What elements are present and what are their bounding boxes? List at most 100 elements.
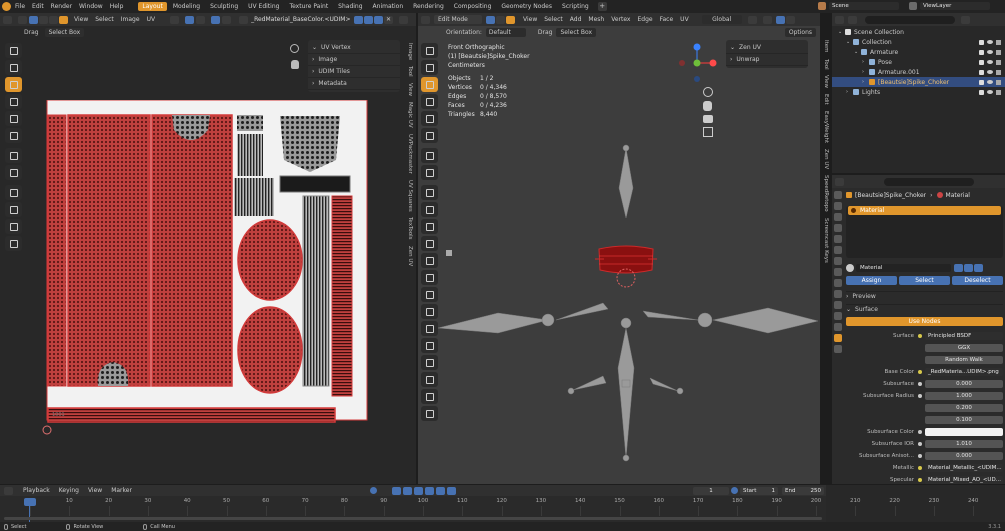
search-field[interactable]	[884, 177, 974, 186]
viewport-menu-mesh[interactable]: Mesh	[588, 16, 604, 23]
view-layer-selector[interactable]: ViewLayer	[920, 2, 990, 10]
edge-mode-icon[interactable]	[496, 15, 505, 24]
camera-icon[interactable]	[996, 59, 1001, 65]
select-button[interactable]: Select	[899, 276, 950, 285]
workspace-tab-sculpting[interactable]: Sculpting	[206, 2, 242, 11]
uv-tab-tool[interactable]: Tool	[407, 66, 413, 77]
shear-tool-icon[interactable]	[421, 372, 438, 387]
cursor-tool-icon[interactable]	[5, 60, 22, 75]
socket-icon[interactable]	[918, 382, 922, 386]
select-box-dropdown[interactable]: Select Box	[44, 28, 85, 37]
pin-icon[interactable]	[399, 15, 409, 24]
material-tab-icon[interactable]	[834, 334, 842, 342]
editor-type-icon[interactable]	[3, 15, 12, 24]
prop-value-field[interactable]: 1.010	[925, 440, 1003, 448]
object-tab-icon[interactable]	[834, 268, 842, 276]
bone-lower-left[interactable]	[572, 375, 607, 391]
fake-user-icon[interactable]	[954, 264, 963, 272]
rotate-tool-icon[interactable]	[421, 94, 438, 109]
falloff-icon[interactable]	[222, 15, 232, 24]
workspace-tab-layout[interactable]: Layout	[138, 2, 167, 11]
cursor-tool-icon[interactable]	[421, 60, 438, 75]
camera-icon[interactable]	[703, 115, 713, 123]
measure-tool-icon[interactable]	[421, 165, 438, 180]
bone-lower-center[interactable]	[621, 379, 631, 388]
orientation-dropdown[interactable]: Default	[485, 28, 526, 37]
face-mode-icon[interactable]	[506, 15, 515, 24]
viewport-menu-view[interactable]: View	[523, 16, 537, 23]
deselect-button[interactable]: Deselect	[952, 276, 1003, 285]
prop-value-field[interactable]: _RedMateria...UDIM>.png	[925, 368, 1003, 376]
socket-icon[interactable]	[918, 370, 922, 374]
uv-canvas[interactable]	[40, 100, 370, 435]
workspace-tab-rendering[interactable]: Rendering	[409, 2, 448, 11]
island-select-icon[interactable]	[59, 15, 68, 24]
material-name-field[interactable]: Material	[856, 264, 951, 272]
uv-panel-image[interactable]: › Image	[308, 54, 400, 66]
annotate-tool-icon[interactable]	[421, 148, 438, 163]
end-frame-field[interactable]: End 250	[782, 486, 824, 495]
uv-island-mid-large[interactable]	[151, 114, 233, 387]
material-slot[interactable]: Material	[848, 206, 1001, 215]
bone-right-head[interactable]	[697, 312, 713, 328]
checkbox-icon[interactable]	[979, 69, 984, 75]
camera-icon[interactable]	[996, 79, 1001, 85]
view-layer-tab-icon[interactable]	[834, 224, 842, 232]
playhead[interactable]	[24, 498, 36, 506]
zoom-icon[interactable]	[703, 87, 713, 97]
uv-tab-uvpackmaster[interactable]: UVPackmaster	[407, 134, 413, 174]
expand-arrow-icon[interactable]: ›	[862, 79, 867, 85]
scene-selector[interactable]: Scene	[829, 2, 899, 10]
outliner-item-collection[interactable]: ⌄ Collection	[832, 37, 1005, 47]
bone-lower-right[interactable]	[649, 377, 679, 392]
eye-icon[interactable]	[987, 60, 993, 64]
filter-icon[interactable]	[961, 15, 970, 24]
uv-panel-udim-tiles[interactable]: › UDIM Tiles	[308, 66, 400, 78]
relax-tool-icon[interactable]	[5, 202, 22, 217]
vertex-select-icon[interactable]	[29, 15, 38, 24]
pinch-tool-icon[interactable]	[5, 219, 22, 234]
texture-tab-icon[interactable]	[834, 345, 842, 353]
add-cube-tool-icon[interactable]	[421, 185, 438, 200]
display-mode-icon[interactable]	[848, 15, 857, 24]
socket-icon[interactable]	[918, 430, 922, 434]
inset-tool-icon[interactable]	[421, 219, 438, 234]
timeline-menu-playback[interactable]: Playback	[23, 487, 50, 494]
outliner-item-pose[interactable]: › Pose	[832, 57, 1005, 67]
bone-center-head[interactable]	[620, 317, 632, 329]
rotate-tool-icon[interactable]	[5, 94, 22, 109]
editor-type-icon[interactable]	[4, 486, 13, 495]
viewport-tab-item[interactable]: Item	[823, 40, 829, 53]
image-browse-icon[interactable]	[239, 15, 249, 24]
pivot-icon[interactable]	[170, 15, 180, 24]
jump-start-icon[interactable]	[392, 486, 401, 495]
camera-icon[interactable]	[996, 89, 1001, 95]
edge-slide-tool-icon[interactable]	[421, 338, 438, 353]
uv-tab-image[interactable]: Image	[407, 43, 413, 60]
uv-island-right-stripes[interactable]	[302, 195, 330, 387]
bone-top[interactable]	[618, 147, 634, 219]
armature-scene[interactable]	[438, 133, 818, 483]
prop-value-field[interactable]: Material_Metallic_<UDIM...	[925, 464, 1003, 472]
checkbox-icon[interactable]	[979, 49, 984, 55]
overlay-icon[interactable]	[785, 15, 795, 24]
bone-top-head[interactable]	[622, 144, 630, 152]
open-image-icon[interactable]	[374, 15, 384, 24]
viewport-tab-tool[interactable]: Tool	[823, 59, 829, 70]
unlink-image-icon[interactable]: ✕	[384, 15, 394, 24]
prop-value-field[interactable]	[925, 428, 1003, 436]
camera-icon[interactable]	[996, 69, 1001, 75]
rip-tool-icon[interactable]	[421, 389, 438, 404]
checkbox-icon[interactable]	[979, 59, 984, 65]
uv-island-left-large[interactable]	[67, 114, 151, 387]
workspace-tab-animation[interactable]: Animation	[369, 2, 408, 11]
prop-value-field[interactable]: Principled BSDF	[925, 332, 1003, 340]
zoom-icon[interactable]	[290, 44, 299, 53]
play-icon[interactable]	[425, 486, 434, 495]
eye-icon[interactable]	[987, 40, 993, 44]
scale-tool-icon[interactable]	[5, 111, 22, 126]
material-selector[interactable]: Material	[846, 263, 1003, 273]
socket-icon[interactable]	[918, 454, 922, 458]
viewport-tab-zen-uv[interactable]: Zen UV	[823, 149, 829, 169]
eye-icon[interactable]	[987, 80, 993, 84]
